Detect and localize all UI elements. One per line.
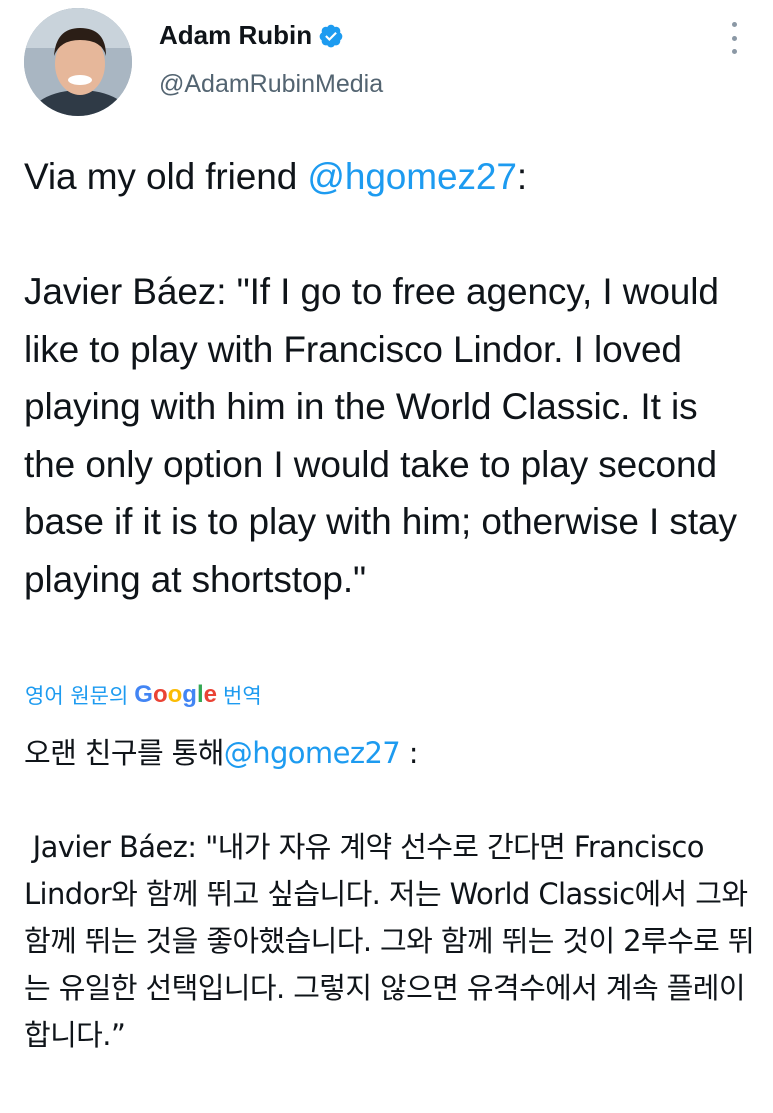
- author-handle[interactable]: @AdamRubinMedia: [159, 70, 383, 99]
- translated-quote: Javier Báez: "내가 자유 계약 선수로 간다면 Francisco…: [24, 830, 757, 1052]
- more-options-icon[interactable]: [722, 22, 746, 54]
- tweet-intro-suffix: :: [516, 156, 528, 197]
- profile-photo-avatar: [24, 8, 132, 116]
- dot: [731, 35, 737, 41]
- translate-prefix: 영어 원문의: [25, 684, 129, 708]
- verified-badge-icon: [319, 24, 343, 47]
- tweet-intro-text: Via my old friend: [24, 156, 308, 197]
- translated-intro-suffix: :: [400, 736, 419, 770]
- dot: [731, 49, 737, 54]
- translate-suffix: 번역: [223, 684, 262, 708]
- author-name-row[interactable]: Adam Rubin: [159, 20, 344, 51]
- author-name[interactable]: Adam Rubin: [159, 20, 312, 51]
- translated-intro: 오랜 친구를 통해: [24, 736, 224, 770]
- tweet-quote: Javier Báez: "If I go to free agency, I …: [24, 271, 748, 600]
- tweet-header: Adam Rubin @AdamRubinMedia: [0, 0, 773, 120]
- avatar[interactable]: [24, 8, 132, 116]
- mention-link[interactable]: @hgomez27: [307, 156, 517, 197]
- translated-mention-link[interactable]: @hgomez27: [224, 736, 401, 770]
- dot: [731, 22, 737, 27]
- translate-attribution[interactable]: 영어 원문의 Google 번역: [25, 678, 262, 712]
- translated-text: 오랜 친구를 통해@hgomez27 : Javier Báez: "내가 자유…: [24, 730, 757, 1059]
- tweet-text: Via my old friend @hgomez27: Javier Báez…: [24, 148, 754, 608]
- google-logo: Google: [134, 681, 217, 708]
